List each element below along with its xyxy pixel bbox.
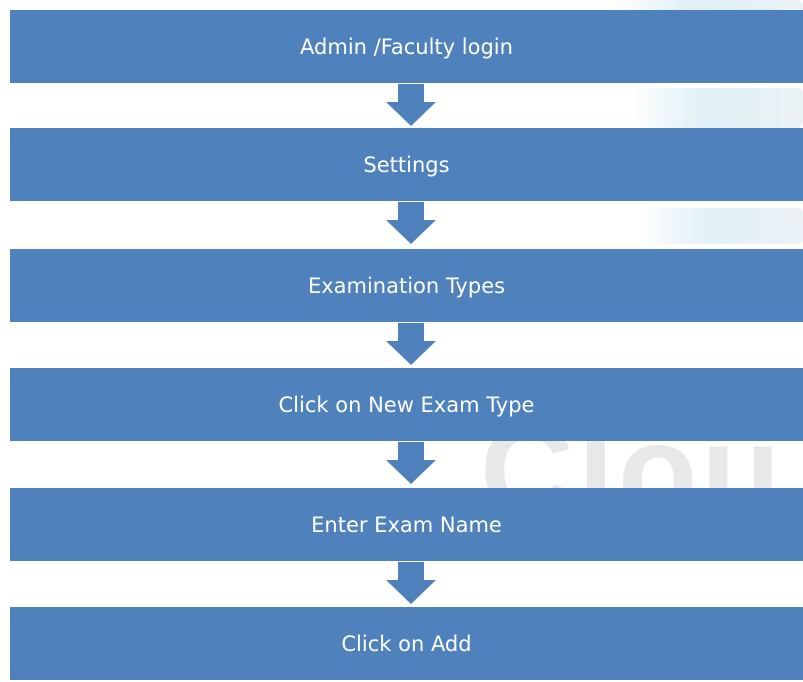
step-box-settings: Settings — [10, 128, 803, 201]
down-arrow-icon — [386, 323, 436, 365]
step-label: Click on Add — [341, 631, 472, 656]
down-arrow-icon — [386, 442, 436, 484]
step-label: Click on New Exam Type — [278, 392, 535, 417]
step-box-admin-login: Admin /Faculty login — [10, 10, 803, 83]
step-box-examination-types: Examination Types — [10, 249, 803, 322]
step-label: Examination Types — [307, 273, 506, 298]
step-box-enter-exam-name: Enter Exam Name — [10, 488, 803, 561]
step-box-click-add: Click on Add — [10, 607, 803, 680]
down-arrow-icon — [386, 84, 436, 126]
step-label: Settings — [363, 152, 450, 177]
step-label: Admin /Faculty login — [300, 34, 513, 59]
down-arrow-icon — [386, 202, 436, 244]
down-arrow-icon — [386, 562, 436, 604]
step-label: Enter Exam Name — [311, 512, 502, 537]
step-box-new-exam-type: Click on New Exam Type — [10, 368, 803, 441]
